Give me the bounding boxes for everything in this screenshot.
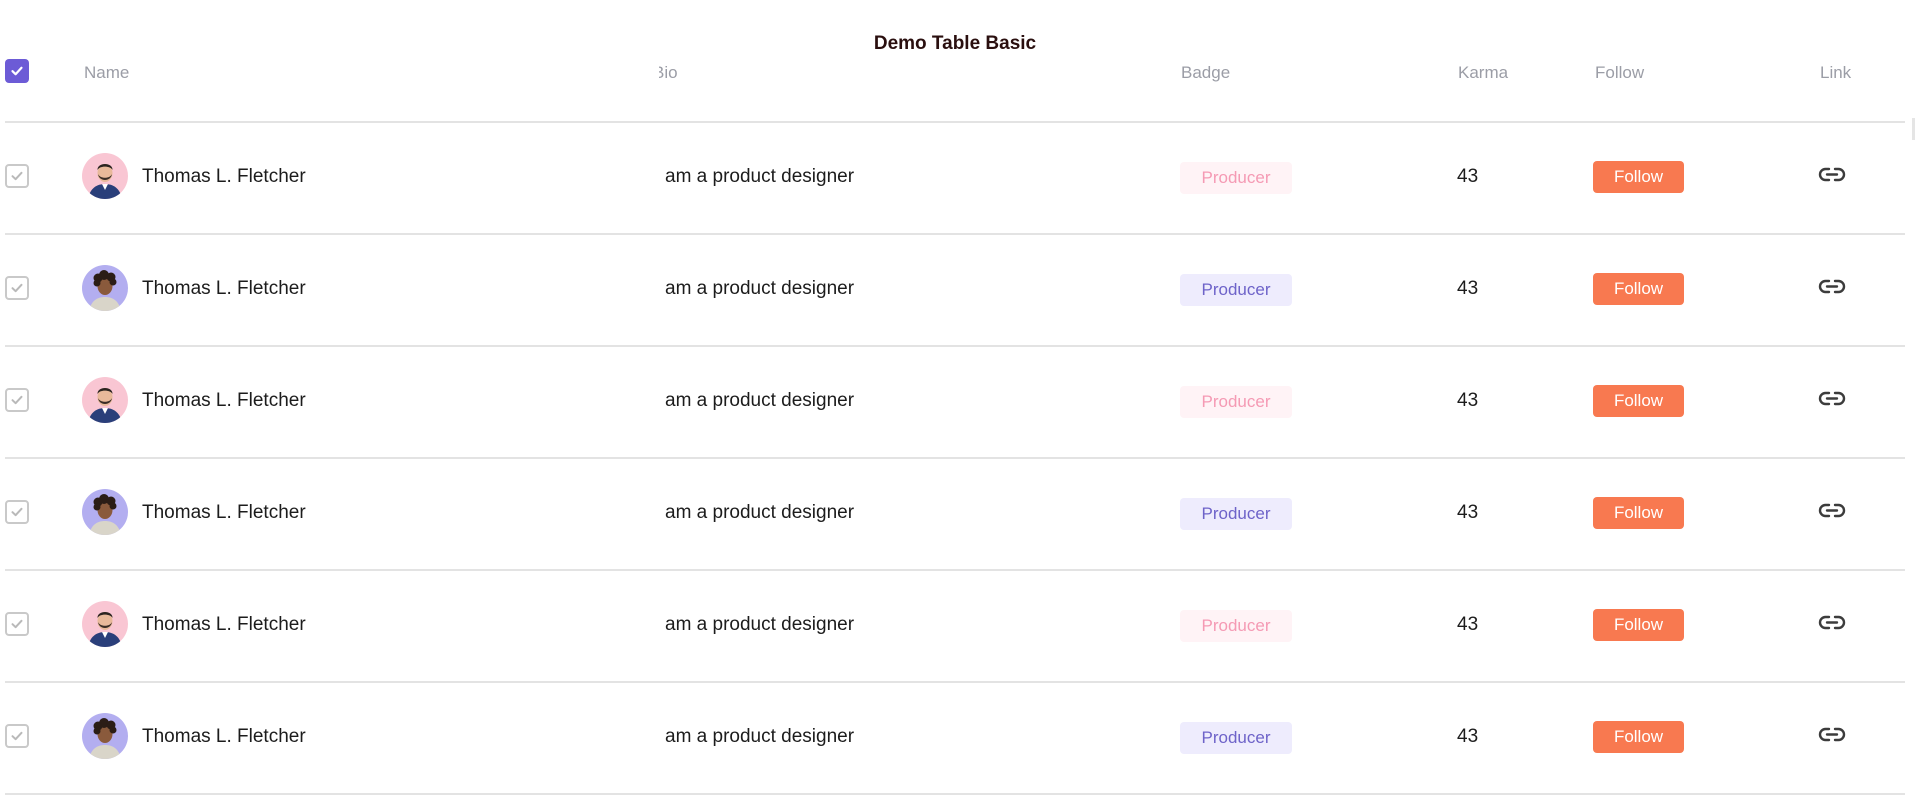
link-icon[interactable] xyxy=(1817,499,1847,523)
column-header-karma[interactable]: Karma xyxy=(1458,63,1508,83)
table-row: Thomas L. Fletcher am a product designer… xyxy=(5,235,1905,347)
table-row: Thomas L. Fletcher am a product designer… xyxy=(5,683,1905,795)
link-icon[interactable] xyxy=(1817,387,1847,411)
row-karma: 43 xyxy=(1457,166,1479,187)
row-name: Thomas L. Fletcher xyxy=(142,390,306,411)
follow-button[interactable]: Follow xyxy=(1593,161,1684,193)
table-row: Thomas L. Fletcher am a product designer… xyxy=(5,459,1905,571)
row-checkbox[interactable] xyxy=(5,500,29,524)
check-icon xyxy=(11,507,23,517)
select-all-checkbox[interactable] xyxy=(5,59,29,83)
role-badge: Producer xyxy=(1180,274,1292,306)
check-icon xyxy=(11,66,23,76)
follow-button[interactable]: Follow xyxy=(1593,385,1684,417)
page: Demo Table Basic Name Bio Badge Karma Fo… xyxy=(0,0,1917,795)
row-name: Thomas L. Fletcher xyxy=(142,166,306,187)
avatar xyxy=(82,713,128,759)
role-badge: Producer xyxy=(1180,610,1292,642)
avatar xyxy=(82,153,128,199)
follow-button[interactable]: Follow xyxy=(1593,721,1684,753)
column-header-badge[interactable]: Badge xyxy=(1181,63,1230,83)
link-icon[interactable] xyxy=(1817,275,1847,299)
row-karma: 43 xyxy=(1457,502,1479,523)
column-header-link[interactable]: Link xyxy=(1820,63,1851,83)
row-karma: 43 xyxy=(1457,278,1479,299)
row-name: Thomas L. Fletcher xyxy=(142,614,306,635)
avatar xyxy=(82,377,128,423)
scrollbar-thumb[interactable] xyxy=(1912,118,1915,140)
column-header-follow[interactable]: Follow xyxy=(1595,63,1644,83)
follow-button[interactable]: Follow xyxy=(1593,609,1684,641)
avatar xyxy=(82,265,128,311)
avatar xyxy=(82,489,128,535)
table-row: Thomas L. Fletcher am a product designer… xyxy=(5,123,1905,235)
page-title: Demo Table Basic xyxy=(873,33,1037,54)
follow-button[interactable]: Follow xyxy=(1593,273,1684,305)
check-icon xyxy=(11,731,23,741)
column-header-name[interactable]: Name xyxy=(84,63,129,83)
link-icon[interactable] xyxy=(1817,163,1847,187)
check-icon xyxy=(11,283,23,293)
check-icon xyxy=(11,395,23,405)
row-checkbox[interactable] xyxy=(5,164,29,188)
role-badge: Producer xyxy=(1180,498,1292,530)
role-badge: Producer xyxy=(1180,162,1292,194)
column-header-bio[interactable]: Bio xyxy=(659,63,719,83)
avatar xyxy=(82,601,128,647)
column-header-bio-label: Bio xyxy=(659,63,678,82)
table-row: Thomas L. Fletcher am a product designer… xyxy=(5,571,1905,683)
row-name: Thomas L. Fletcher xyxy=(142,502,306,523)
row-karma: 43 xyxy=(1457,614,1479,635)
row-karma: 43 xyxy=(1457,726,1479,747)
row-karma: 43 xyxy=(1457,390,1479,411)
link-icon[interactable] xyxy=(1817,723,1847,747)
row-checkbox[interactable] xyxy=(5,388,29,412)
role-badge: Producer xyxy=(1180,386,1292,418)
row-bio: am a product designer xyxy=(665,166,855,187)
row-bio: am a product designer xyxy=(665,614,855,635)
check-icon xyxy=(11,619,23,629)
row-checkbox[interactable] xyxy=(5,276,29,300)
check-icon xyxy=(11,171,23,181)
row-checkbox[interactable] xyxy=(5,724,29,748)
table-body: Thomas L. Fletcher am a product designer… xyxy=(5,123,1905,795)
row-bio: am a product designer xyxy=(665,502,855,523)
row-bio: am a product designer xyxy=(665,278,855,299)
row-bio: am a product designer xyxy=(665,390,855,411)
follow-button[interactable]: Follow xyxy=(1593,497,1684,529)
row-name: Thomas L. Fletcher xyxy=(142,278,306,299)
table-row: Thomas L. Fletcher am a product designer… xyxy=(5,347,1905,459)
row-name: Thomas L. Fletcher xyxy=(142,726,306,747)
data-table: Name Bio Badge Karma Follow Link Thomas … xyxy=(5,54,1905,795)
link-icon[interactable] xyxy=(1817,611,1847,635)
table-header: Name Bio Badge Karma Follow Link xyxy=(5,54,1905,123)
role-badge: Producer xyxy=(1180,722,1292,754)
row-checkbox[interactable] xyxy=(5,612,29,636)
row-bio: am a product designer xyxy=(665,726,855,747)
